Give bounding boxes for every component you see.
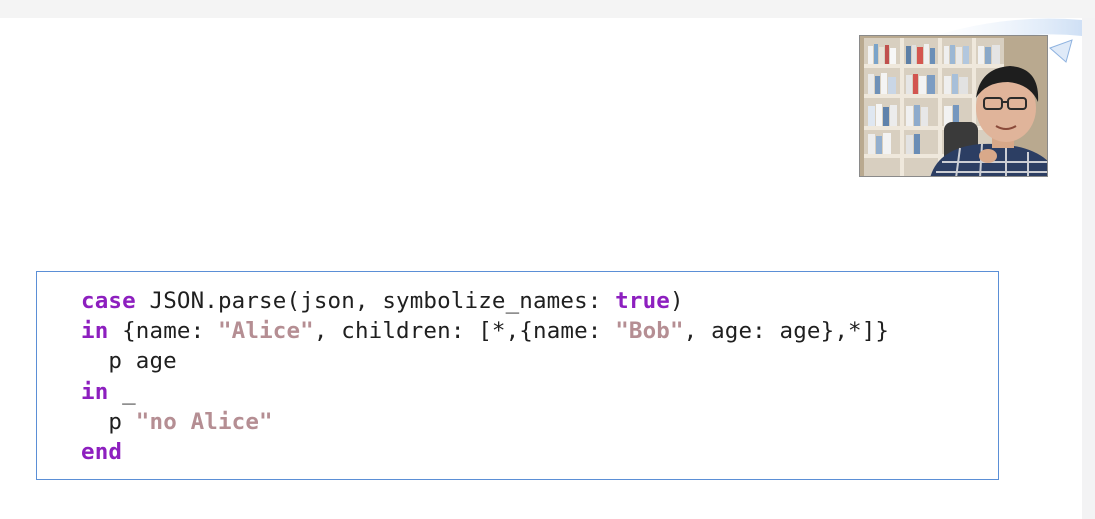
code-keyword: end — [81, 438, 123, 465]
presenter-webcam — [859, 35, 1048, 177]
code-text: , age: age},*]} — [683, 318, 890, 345]
code-listing: case JSON.parse(json, symbolize_names: t… — [81, 286, 889, 467]
code-text: JSON.parse(json, symbolize_names: — [135, 288, 616, 314]
code-text: {name: — [108, 318, 218, 345]
presenter-video-icon — [860, 36, 1047, 176]
code-string: "Alice" — [217, 318, 314, 345]
code-text: p — [81, 408, 136, 435]
code-keyword: true — [615, 288, 670, 314]
code-text: ) — [669, 288, 684, 314]
code-block: case JSON.parse(json, symbolize_names: t… — [36, 271, 999, 480]
code-text: p age — [81, 348, 177, 375]
right-edge-strip — [1082, 18, 1095, 519]
code-text: , children: [*,{name: — [313, 318, 616, 345]
code-keyword: in — [81, 378, 109, 405]
code-line: p "no Alice" — [81, 407, 889, 437]
code-line: in _ — [81, 377, 889, 407]
code-line: in {name: "Alice", children: [*,{name: "… — [81, 316, 889, 346]
top-bar — [0, 0, 1095, 18]
code-text: _ — [108, 378, 136, 405]
code-keyword: case — [81, 288, 136, 314]
code-keyword: in — [81, 318, 109, 345]
code-line: case JSON.parse(json, symbolize_names: t… — [81, 286, 889, 316]
code-line: end — [81, 437, 889, 467]
code-line: p age — [81, 346, 889, 376]
code-string: "Bob" — [615, 318, 684, 345]
code-string: "no Alice" — [135, 408, 273, 435]
